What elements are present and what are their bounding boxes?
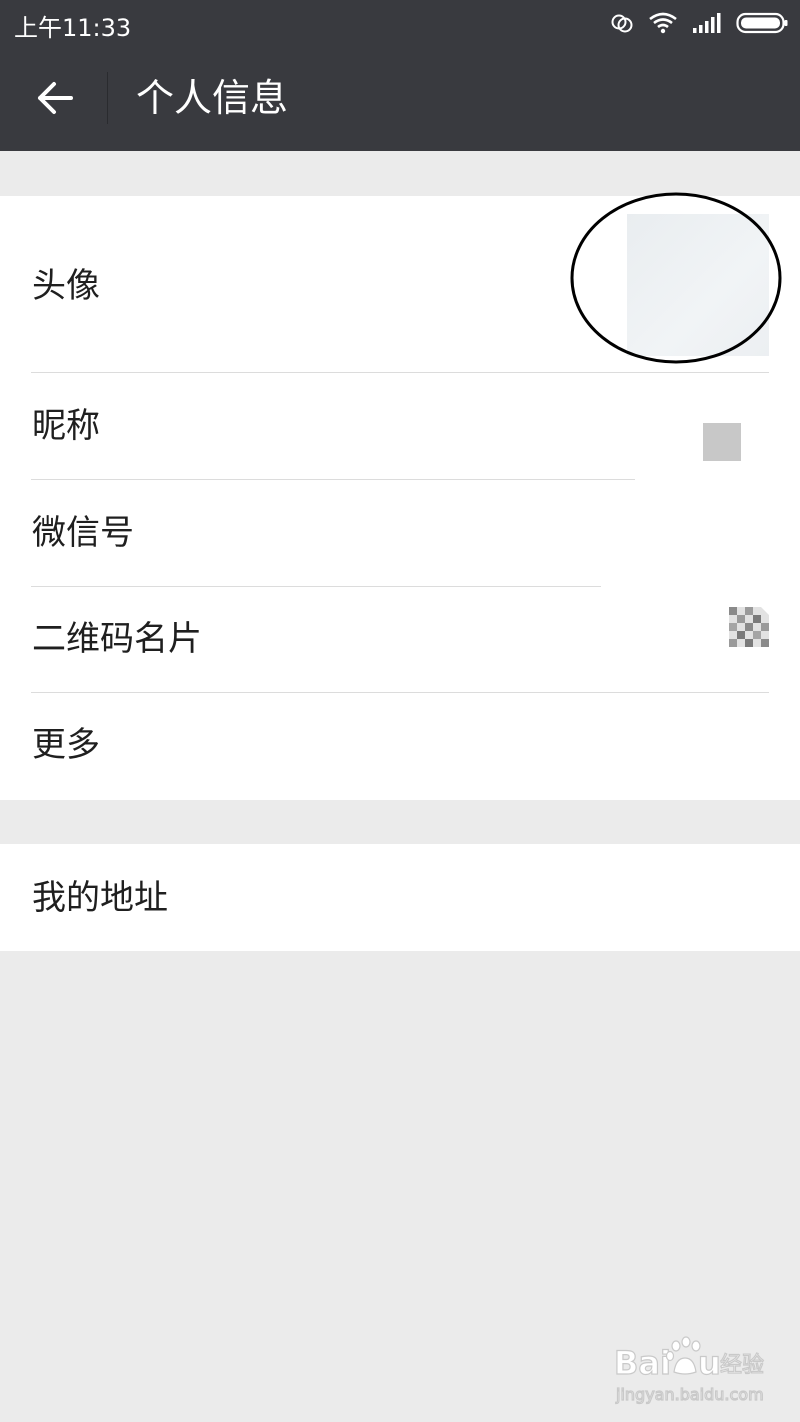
signal-icon <box>693 13 721 33</box>
row-label: 更多 <box>32 725 100 765</box>
status-time: 上午11:33 <box>14 14 132 42</box>
address-group: 我的地址 <box>0 844 800 951</box>
row-label: 二维码名片 <box>32 619 202 659</box>
row-avatar[interactable]: 头像 <box>0 196 800 373</box>
row-my-address[interactable]: 我的地址 <box>0 844 800 951</box>
row-label: 我的地址 <box>32 878 168 918</box>
qr-code-icon <box>729 607 769 647</box>
battery-icon <box>736 12 788 34</box>
wifi-icon <box>649 12 677 34</box>
status-bar: 上午11:33 <box>0 0 800 46</box>
row-more[interactable]: 更多 <box>0 693 800 800</box>
nickname-thumbnail <box>703 423 741 461</box>
row-label: 昵称 <box>32 406 100 446</box>
row-wechat-id[interactable]: 微信号 <box>0 480 800 586</box>
status-icons <box>610 8 788 38</box>
row-nickname[interactable]: 昵称 <box>0 373 800 479</box>
title-bar: 个人信息 <box>0 46 800 151</box>
title-divider <box>107 72 108 124</box>
row-label: 微信号 <box>32 513 134 553</box>
watermark-brand-b: u <box>698 1344 721 1382</box>
paw-icon <box>665 1336 701 1375</box>
profile-group: 头像 昵称 微信号 二维码名片 更多 <box>0 196 800 800</box>
dual-ring-icon <box>611 14 633 33</box>
watermark-brand-cn: 经验 <box>720 1353 764 1378</box>
arrow-left-icon <box>38 82 73 114</box>
baidu-jingyan-watermark: Bai u 经验 jingyan.baidu.com <box>613 1336 765 1405</box>
watermark-brand-a: Bai <box>614 1344 671 1382</box>
avatar[interactable] <box>627 214 769 356</box>
watermark-url: jingyan.baidu.com <box>615 1385 764 1404</box>
back-button[interactable] <box>20 68 90 128</box>
row-qr-card[interactable]: 二维码名片 <box>0 587 800 692</box>
page-title: 个人信息 <box>136 76 289 120</box>
row-label: 头像 <box>32 266 100 306</box>
